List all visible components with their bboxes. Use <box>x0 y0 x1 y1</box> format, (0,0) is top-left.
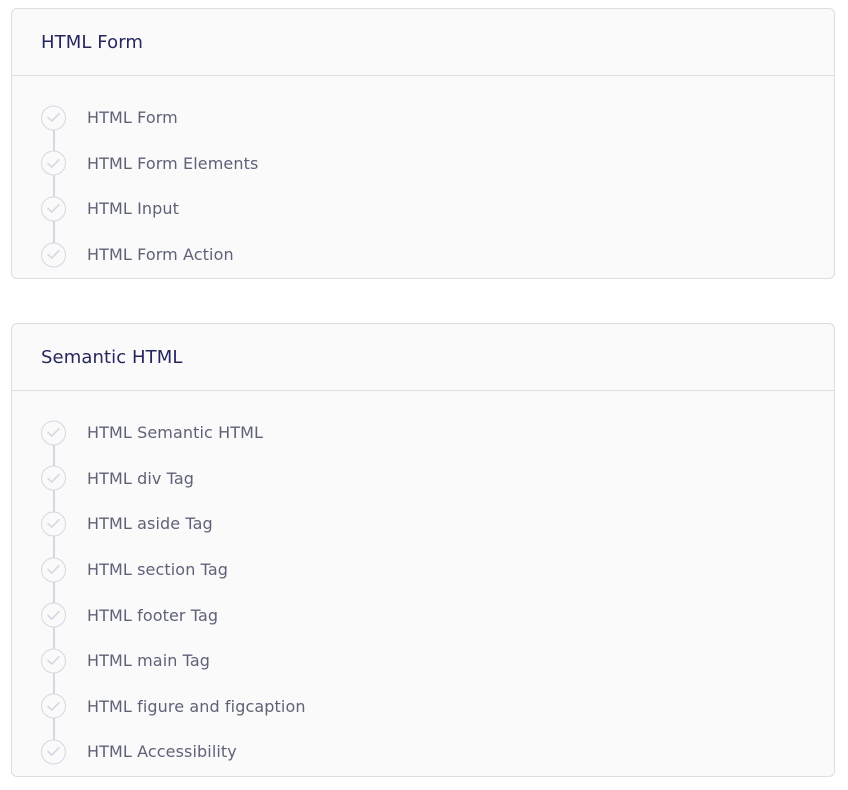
check-circle-icon <box>41 465 66 491</box>
lesson-link[interactable]: HTML aside Tag <box>87 514 213 533</box>
lesson-link[interactable]: HTML Form Elements <box>87 154 258 173</box>
section-header[interactable]: Semantic HTML <box>12 324 834 391</box>
lesson-item[interactable]: HTML Semantic HTML <box>12 410 834 456</box>
lesson-link[interactable]: HTML figure and figcaption <box>87 697 306 716</box>
lesson-link[interactable]: HTML footer Tag <box>87 606 218 625</box>
lesson-item[interactable]: HTML section Tag <box>12 547 834 593</box>
check-circle-icon <box>41 105 66 131</box>
lesson-item[interactable]: HTML figure and figcaption <box>12 684 834 730</box>
section-title: HTML Form <box>41 31 144 53</box>
lesson-item[interactable]: HTML Form <box>12 95 834 141</box>
section-header[interactable]: HTML Form <box>12 9 834 76</box>
lesson-item[interactable]: HTML aside Tag <box>12 501 834 547</box>
check-circle-icon <box>41 557 66 583</box>
lesson-link[interactable]: HTML Form <box>87 108 178 127</box>
lesson-item[interactable]: HTML Accessibility <box>12 729 834 775</box>
check-circle-icon <box>41 648 66 674</box>
check-circle-icon <box>41 602 66 628</box>
lesson-list: HTML Semantic HTML HTML div Tag HTML asi… <box>12 391 834 775</box>
check-circle-icon <box>41 242 66 268</box>
check-circle-icon <box>41 511 66 537</box>
lesson-item[interactable]: HTML main Tag <box>12 638 834 684</box>
lesson-item[interactable]: HTML Input <box>12 186 834 232</box>
lesson-link[interactable]: HTML Semantic HTML <box>87 423 263 442</box>
section-card-semantic-html: Semantic HTML HTML Semantic HTML HTML di… <box>11 323 835 777</box>
course-outline: HTML Form HTML Form HTML Form Elements H… <box>0 0 848 790</box>
lesson-link[interactable]: HTML main Tag <box>87 651 210 670</box>
check-circle-icon <box>41 196 66 222</box>
lesson-item[interactable]: HTML footer Tag <box>12 592 834 638</box>
lesson-link[interactable]: HTML section Tag <box>87 560 228 579</box>
lesson-item[interactable]: HTML div Tag <box>12 456 834 502</box>
check-circle-icon <box>41 420 66 446</box>
lesson-link[interactable]: HTML div Tag <box>87 469 194 488</box>
check-circle-icon <box>41 150 66 176</box>
lesson-link[interactable]: HTML Form Action <box>87 245 234 264</box>
lesson-list: HTML Form HTML Form Elements HTML Input … <box>12 76 834 277</box>
lesson-link[interactable]: HTML Input <box>87 199 179 218</box>
section-title: Semantic HTML <box>41 346 183 368</box>
check-circle-icon <box>41 693 66 719</box>
lesson-link[interactable]: HTML Accessibility <box>87 742 237 761</box>
check-circle-icon <box>41 739 66 765</box>
section-card-html-form: HTML Form HTML Form HTML Form Elements H… <box>11 8 835 279</box>
lesson-item[interactable]: HTML Form Elements <box>12 141 834 187</box>
lesson-item[interactable]: HTML Form Action <box>12 232 834 278</box>
